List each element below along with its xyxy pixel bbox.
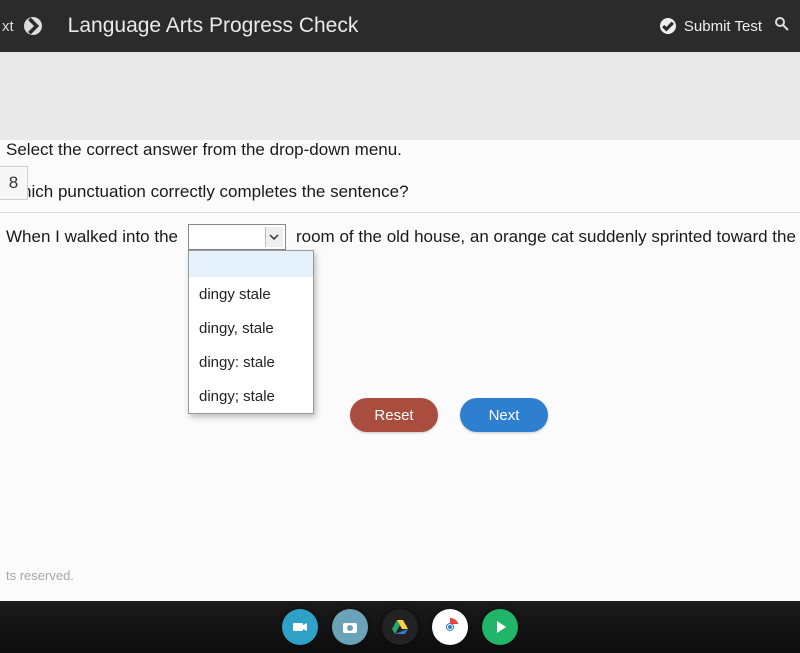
- answer-dropdown[interactable]: dingy stale dingy, stale dingy: stale di…: [188, 224, 286, 250]
- prompt-text: Which punctuation correctly completes th…: [6, 182, 800, 202]
- sentence-after: room of the old house, an orange cat sud…: [296, 227, 800, 247]
- submit-test-label: Submit Test: [684, 18, 762, 35]
- play-app-icon[interactable]: [482, 609, 518, 645]
- instruction-text: Select the correct answer from the drop-…: [6, 140, 800, 160]
- chrome-app-icon[interactable]: [432, 609, 468, 645]
- question-number: 8: [0, 166, 28, 200]
- camera-app-icon[interactable]: [332, 609, 368, 645]
- next-button[interactable]: Next: [460, 398, 548, 432]
- sentence-before: When I walked into the: [6, 227, 178, 247]
- reset-button[interactable]: Reset: [350, 398, 438, 432]
- divider: [0, 212, 800, 213]
- dropdown-box[interactable]: [188, 224, 286, 250]
- dropdown-option-blank[interactable]: [189, 251, 313, 277]
- submit-test-button[interactable]: Submit Test: [660, 18, 762, 35]
- magnifier-icon[interactable]: [774, 16, 790, 37]
- sentence-row: When I walked into the dingy stale dingy…: [6, 224, 800, 250]
- dropdown-option[interactable]: dingy: stale: [189, 345, 313, 379]
- footer-text: ts reserved.: [0, 560, 800, 591]
- dropdown-option[interactable]: dingy, stale: [189, 311, 313, 345]
- check-icon: [660, 18, 676, 34]
- dropdown-option[interactable]: dingy stale: [189, 277, 313, 311]
- prev-text-fragment: xt: [2, 18, 14, 35]
- drive-app-icon[interactable]: [382, 609, 418, 645]
- chevron-down-icon: [265, 227, 283, 247]
- dropdown-list: dingy stale dingy, stale dingy: stale di…: [188, 250, 314, 414]
- question-panel: 8 Select the correct answer from the dro…: [0, 140, 800, 630]
- dropdown-option[interactable]: dingy; stale: [189, 379, 313, 413]
- top-bar: xt Language Arts Progress Check Submit T…: [0, 0, 800, 52]
- action-buttons: Reset Next: [350, 398, 548, 432]
- video-app-icon[interactable]: [282, 609, 318, 645]
- taskbar: [0, 601, 800, 653]
- page-title: Language Arts Progress Check: [68, 14, 359, 38]
- arrow-right-icon[interactable]: [24, 17, 42, 35]
